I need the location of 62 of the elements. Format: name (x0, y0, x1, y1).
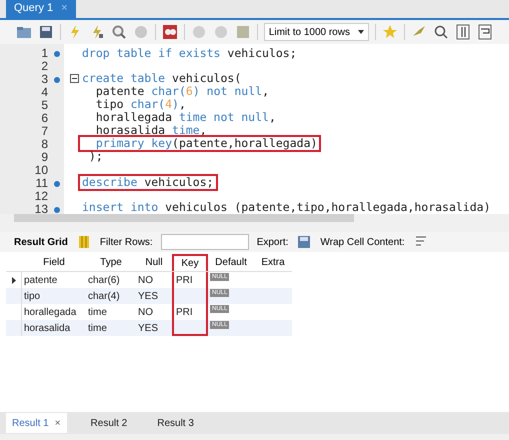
result-grid-label[interactable]: Result Grid (14, 234, 68, 250)
save-icon[interactable] (38, 24, 54, 40)
column-header[interactable]: Field (22, 254, 86, 271)
column-header[interactable]: Type (86, 254, 136, 271)
column-header[interactable]: Default (208, 254, 254, 271)
line-number: 6 (41, 112, 48, 125)
editor-tab[interactable]: Query 1 × (6, 0, 76, 18)
line-number: 8 (41, 138, 48, 151)
table-cell-text: YES (137, 290, 160, 304)
caret-icon (358, 30, 364, 34)
code-line: drop table if exists vehiculos; (81, 47, 298, 60)
line-number: 2 (41, 60, 48, 73)
table-cell-text: NO (137, 306, 154, 320)
code-line: patente char(6) not null, (94, 85, 270, 98)
export-label: Export: (256, 236, 288, 250)
line-number: 9 (41, 151, 48, 164)
table-cell-text: time (87, 306, 108, 320)
search-icon[interactable] (433, 24, 449, 40)
magnifier-icon[interactable] (110, 24, 127, 40)
folder-icon[interactable] (16, 24, 32, 40)
line-number: 3 (41, 73, 48, 86)
table-cell-text: patente (23, 274, 58, 288)
code-line: tipo char(4), (94, 98, 187, 112)
star-icon[interactable] (382, 24, 398, 40)
line-number: 11 (36, 177, 48, 190)
line-number: 12 (34, 190, 48, 203)
column-header[interactable]: Null (136, 254, 172, 271)
fold-toggle-icon[interactable] (70, 74, 78, 84)
line-number: 10 (34, 164, 48, 177)
line-number: 7 (41, 125, 48, 138)
result-tab[interactable]: Result 1 × (6, 413, 67, 433)
line-number: 13 (34, 203, 48, 214)
line-number: 1 (41, 47, 48, 60)
code-line: ); (88, 150, 103, 164)
scrollbar[interactable] (14, 214, 354, 222)
filter-field[interactable] (160, 234, 249, 250)
result-tab[interactable]: Result 2 (84, 413, 134, 433)
filter-label: Filter Rows: (100, 236, 153, 250)
limit-dropdown[interactable]: Limit to 1000 rows (264, 23, 370, 41)
table-cell-text: horallegada (23, 306, 78, 320)
code-line: describe vehiculos; (80, 176, 216, 189)
result-tab[interactable]: Result 3 (151, 413, 200, 433)
table-cell-text: YES (137, 322, 160, 336)
line-number: 4 (41, 86, 48, 99)
code-line: primary key(patente,horallegada) (80, 137, 320, 150)
table-cell-text: time (87, 322, 108, 336)
table-cell-text: char(4) (87, 290, 121, 304)
wrap-label: Wrap Cell Content: (320, 236, 405, 250)
close-icon[interactable]: × (54, 416, 61, 430)
key-column-cell (172, 320, 208, 336)
row-pointer-icon (12, 276, 16, 284)
save-icon[interactable] (296, 234, 312, 250)
table-cell-text: char(6) (87, 274, 121, 288)
code-line: insert into vehiculos (patente,tipo,horallegada,horasalida) (81, 200, 492, 214)
code-line: create table vehiculos( (81, 72, 242, 86)
column-header[interactable]: Extra (254, 254, 292, 271)
line-number: 5 (41, 99, 48, 112)
wrap-icon[interactable] (477, 24, 493, 40)
table-cell-text: tipo (23, 290, 42, 304)
table-cell-text: horasalida (23, 322, 72, 336)
table-cell-text: NO (137, 274, 154, 288)
code-line: horallegada time not null, (94, 111, 277, 124)
